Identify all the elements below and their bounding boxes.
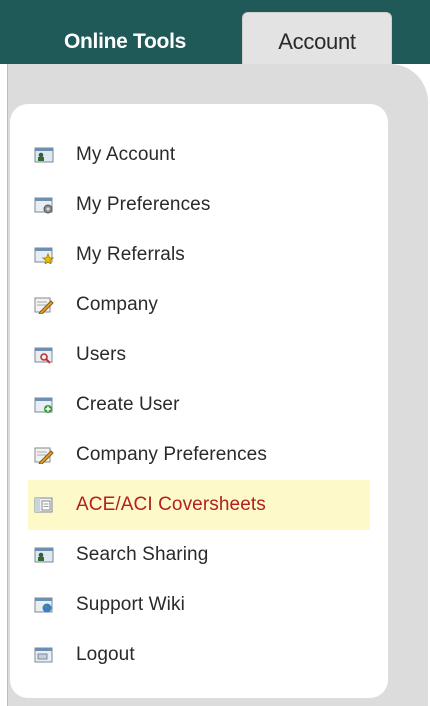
menu-item-my-account[interactable]: My Account: [30, 130, 370, 180]
user-card-icon: [34, 546, 54, 564]
menu-item-label: Search Sharing: [76, 544, 209, 565]
user-card-icon: [34, 146, 54, 164]
edit-pencil-icon: [34, 446, 54, 464]
menu-item-company-preferences[interactable]: Company Preferences: [30, 430, 370, 480]
window-add-icon: [34, 396, 54, 414]
window-exit-icon: [34, 646, 54, 664]
menu-item-label: Company: [76, 294, 159, 315]
account-menu: My Account My Preferences My Referrals C…: [28, 130, 370, 680]
menu-item-users[interactable]: Users: [30, 330, 370, 380]
menu-item-company[interactable]: Company: [30, 280, 370, 330]
menu-item-label: My Referrals: [76, 244, 185, 265]
window-gear-icon: [34, 196, 54, 214]
menu-item-my-referrals[interactable]: My Referrals: [30, 230, 370, 280]
menu-item-label: ACE/ACI Coversheets: [76, 494, 266, 515]
menu-item-label: Support Wiki: [76, 594, 185, 615]
globe-window-icon: [34, 596, 54, 614]
menu-item-label: Create User: [76, 394, 180, 415]
edit-pencil-icon: [34, 296, 54, 314]
menu-item-label: Company Preferences: [76, 444, 267, 465]
tab-online-tools[interactable]: Online Tools: [30, 24, 220, 64]
menu-item-support-wiki[interactable]: Support Wiki: [30, 580, 370, 630]
tab-account[interactable]: Account: [242, 12, 392, 66]
menu-item-create-user[interactable]: Create User: [30, 380, 370, 430]
menu-item-label: Logout: [76, 644, 135, 665]
menu-item-label: Users: [76, 344, 127, 365]
menu-item-label: My Account: [76, 144, 176, 165]
window-search-icon: [34, 346, 54, 364]
menu-item-label: My Preferences: [76, 194, 211, 215]
menu-item-ace-aci-coversheets[interactable]: ACE/ACI Coversheets: [28, 480, 370, 530]
menu-item-my-preferences[interactable]: My Preferences: [30, 180, 370, 230]
document-icon: [34, 496, 54, 514]
menu-item-search-sharing[interactable]: Search Sharing: [30, 530, 370, 580]
menu-item-logout[interactable]: Logout: [30, 630, 370, 680]
window-star-icon: [34, 246, 54, 264]
